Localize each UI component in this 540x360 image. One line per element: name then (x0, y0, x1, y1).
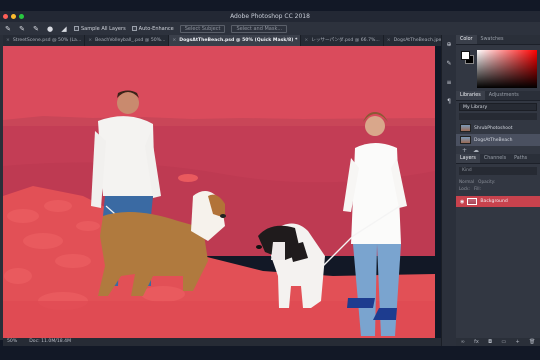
eye-icon[interactable]: ◉ (460, 199, 464, 205)
maximize-window-button[interactable] (19, 14, 24, 19)
add-to-selection-icon[interactable]: ✎ (18, 25, 26, 33)
panel-dock: ⊕ ✎ ≡ ¶ (441, 35, 456, 346)
close-tab-icon[interactable]: × (88, 35, 92, 46)
checkbox-box (131, 26, 137, 31)
select-subject-button[interactable]: Select Subject (179, 24, 226, 33)
color-panel (456, 45, 540, 91)
history-icon[interactable]: ⊕ (446, 41, 451, 48)
layer-kind-filter[interactable]: Kind (459, 167, 537, 175)
paragraph-icon[interactable]: ¶ (447, 98, 451, 105)
library-item-selected[interactable]: DogsAtTheBeach (456, 134, 540, 146)
title-bar: Adobe Photoshop CC 2018 (0, 11, 540, 22)
tab-libraries[interactable]: Libraries (456, 91, 485, 100)
color-panel-tabs: Color Swatches (456, 35, 540, 45)
doc-tab[interactable]: × StreetScene.psd @ 50% (La... (3, 35, 86, 46)
add-content-icon[interactable]: + (462, 147, 467, 154)
layer-row-background[interactable]: ◉ Background (456, 196, 540, 207)
close-tab-icon[interactable]: × (6, 35, 10, 46)
foreground-color-swatch[interactable] (461, 51, 470, 60)
auto-enhance-checkbox[interactable]: Auto-Enhance (131, 25, 174, 32)
library-item-thumbnail (460, 124, 471, 132)
subtract-from-selection-icon[interactable]: ✎ (32, 25, 40, 33)
doc-tab[interactable]: × レッサーパンダ.psd @ 66.7%... (301, 35, 384, 46)
checkbox-box (74, 26, 79, 31)
library-search-input[interactable] (459, 113, 537, 120)
library-select[interactable]: My Library (459, 103, 537, 111)
auto-enhance-label: Auto-Enhance (138, 25, 174, 32)
tab-paths[interactable]: Paths (510, 154, 531, 163)
lock-fill-row: Lock: Fill: (456, 185, 540, 192)
layer-thumbnail (467, 198, 478, 205)
library-footer: + ☁ (456, 146, 540, 154)
add-style-icon[interactable]: fx (474, 339, 479, 345)
options-bar: ✎ ✎ ✎ ● ◢ Sample All Layers Auto-Enhance… (0, 22, 540, 35)
sample-all-layers-label: Sample All Layers (81, 25, 126, 32)
doc-tab-label: DogsAtTheBeach.psd @ 50% (Quick Mask/8) … (179, 38, 298, 43)
tab-swatches[interactable]: Swatches (477, 35, 508, 44)
status-bar: 50% Doc: 11.0M/18.4M (3, 338, 441, 346)
tab-channels[interactable]: Channels (480, 154, 510, 163)
doc-tab-label: StreetScene.psd @ 50% (La... (12, 38, 82, 43)
quick-mask-photo (3, 46, 435, 338)
doc-tab-label: BeachVolleyball_.psd @ 50%... (95, 38, 166, 43)
lock-label: Lock: (459, 186, 470, 191)
blend-mode-select[interactable]: Normal (459, 179, 474, 184)
new-group-icon[interactable]: ▭ (501, 339, 506, 345)
quick-selection-tool-icon[interactable]: ✎ (4, 25, 12, 33)
library-panel-tabs: Libraries Adjustments (456, 91, 540, 101)
library-item-thumbnail (460, 136, 471, 144)
window-title: Adobe Photoshop CC 2018 (230, 13, 310, 20)
brush-angle-icon[interactable]: ◢ (60, 25, 68, 33)
document-canvas[interactable] (3, 46, 435, 338)
close-tab-icon[interactable]: × (387, 35, 391, 46)
close-tab-icon[interactable]: × (304, 35, 308, 46)
close-tab-icon[interactable]: × (172, 35, 176, 46)
new-layer-icon[interactable]: + (515, 339, 519, 345)
doc-tab-active[interactable]: × DogsAtTheBeach.psd @ 50% (Quick Mask/8)… (169, 35, 302, 46)
brush-settings-icon[interactable]: ✎ (446, 60, 451, 67)
brush-size-icon[interactable]: ● (46, 25, 54, 33)
document-tabs: × StreetScene.psd @ 50% (La... × BeachVoll… (3, 35, 464, 46)
layer-name: Background (480, 199, 508, 204)
delete-layer-icon[interactable]: 🗑 (529, 339, 535, 345)
close-window-button[interactable] (3, 14, 8, 19)
cloud-sync-icon[interactable]: ☁ (473, 147, 479, 154)
layers-panel-footer: ∞ fx ◘ ▭ + 🗑 (456, 338, 540, 346)
window-controls (3, 14, 24, 19)
library-item-label: DogsAtTheBeach (474, 137, 513, 143)
tab-layers[interactable]: Layers (456, 154, 480, 163)
doc-tab-label: レッサーパンダ.psd @ 66.7%... (311, 38, 380, 43)
layers-panel-tabs: Layers Channels Paths (456, 154, 540, 164)
photoshop-window: Adobe Photoshop CC 2018 ✎ ✎ ✎ ● ◢ Sample… (0, 0, 540, 360)
blend-opacity-row: Normal Opacity: (456, 178, 540, 185)
doc-tab[interactable]: × BeachVolleyball_.psd @ 50%... (85, 35, 170, 46)
minimize-window-button[interactable] (11, 14, 16, 19)
right-panels: Color Swatches Libraries Adjustments My … (456, 35, 540, 346)
properties-icon[interactable]: ≡ (446, 79, 451, 86)
zoom-level[interactable]: 50% (7, 338, 17, 346)
color-picker-field[interactable] (477, 50, 537, 88)
fill-label: Fill: (473, 186, 481, 191)
select-and-mask-button[interactable]: Select and Mask... (231, 24, 288, 33)
tab-adjustments[interactable]: Adjustments (485, 91, 523, 100)
sample-all-layers-checkbox[interactable]: Sample All Layers (74, 26, 126, 32)
library-item-label: ShrubPhotoshoot (474, 125, 513, 131)
sky-area (3, 46, 435, 124)
add-mask-icon[interactable]: ◘ (488, 339, 492, 345)
tab-color[interactable]: Color (456, 35, 477, 44)
opacity-label: Opacity: (478, 179, 496, 184)
link-layers-icon[interactable]: ∞ (461, 339, 465, 345)
doc-size: Doc: 11.0M/18.4M (29, 339, 72, 344)
library-item[interactable]: ShrubPhotoshoot (456, 122, 540, 134)
